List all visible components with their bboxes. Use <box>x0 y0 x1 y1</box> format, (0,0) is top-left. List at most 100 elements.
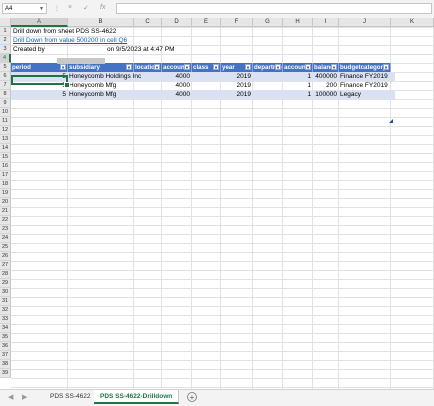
insert-function-icon[interactable]: fx <box>100 4 105 11</box>
row-header-30[interactable]: 30 <box>0 288 11 297</box>
table-row[interactable]: 5 Honeycomb Mfg 4000 2019 1 100000 Legacy <box>11 90 395 99</box>
column-header-b[interactable]: B <box>68 18 134 27</box>
filter-dropdown-icon[interactable]: ▾ <box>245 64 251 70</box>
row-header-32[interactable]: 32 <box>0 306 11 315</box>
table-cell-account[interactable]: 1 <box>284 72 311 81</box>
filter-dropdown-icon[interactable]: ▾ <box>331 64 337 70</box>
column-header-d[interactable]: D <box>162 18 192 27</box>
table-cell-period[interactable]: 5 <box>12 90 66 99</box>
row-header-27[interactable]: 27 <box>0 261 11 270</box>
row-header-14[interactable]: 14 <box>0 144 11 153</box>
worksheet-grid[interactable]: ABCDEFGHIJK 1 2 3 4 5 6 7 8 9 10 11 12 13 14 15 16 17 18 1… <box>0 18 434 389</box>
row-header-8[interactable]: 8 <box>0 90 11 99</box>
scroll-right-icon[interactable]: ▶ <box>22 393 27 401</box>
table-row[interactable]: 5 Honeycomb Holdings Inc 4000 2019 1 400000 Fi… <box>11 72 395 81</box>
table-cell-balance[interactable]: 100000 <box>314 90 337 99</box>
table-cell-balance[interactable]: 200 <box>314 81 337 90</box>
filter-dropdown-icon[interactable]: ▾ <box>213 64 219 70</box>
column-header-h[interactable]: H <box>283 18 313 27</box>
row-header-23[interactable]: 23 <box>0 225 11 234</box>
row-header-31[interactable]: 31 <box>0 297 11 306</box>
table-cell-subsidiary[interactable]: Honeycomb Mfg <box>69 90 132 99</box>
row-header-21[interactable]: 21 <box>0 207 11 216</box>
row-header-37[interactable]: 37 <box>0 351 11 360</box>
column-header-a[interactable]: A <box>11 18 68 27</box>
table-cell-year[interactable]: 2019 <box>222 72 251 81</box>
table-cell-subsidiary[interactable]: Honeycomb Holdings Inc <box>69 72 141 81</box>
table-cell-year[interactable]: 2019 <box>222 81 251 90</box>
column-header-e[interactable]: E <box>192 18 221 27</box>
filter-dropdown-icon[interactable]: ▾ <box>60 64 66 70</box>
drilldown-value-link[interactable]: Drill Down from value 500200 in cell Q6 <box>13 36 127 45</box>
filter-dropdown-icon[interactable]: ▾ <box>154 64 160 70</box>
row-header-7[interactable]: 7 <box>0 81 11 90</box>
row-header-28[interactable]: 28 <box>0 270 11 279</box>
name-box[interactable]: A4 ▼ <box>2 3 47 14</box>
table-cell-account[interactable]: 4000 <box>163 90 190 99</box>
fill-handle[interactable] <box>64 82 70 88</box>
row-header-9[interactable]: 9 <box>0 99 11 108</box>
table-cell-account[interactable]: 1 <box>284 90 311 99</box>
row-header-13[interactable]: 13 <box>0 135 11 144</box>
filter-dropdown-icon[interactable]: ▾ <box>126 64 132 70</box>
table-cell-account[interactable]: 1 <box>284 81 311 90</box>
row-header-24[interactable]: 24 <box>0 234 11 243</box>
enter-icon[interactable]: ✓ <box>83 4 89 12</box>
add-sheet-icon[interactable]: + <box>187 392 197 402</box>
row-header-6[interactable]: 6 <box>0 72 11 81</box>
row-header-39[interactable]: 39 <box>0 369 11 378</box>
select-all-corner[interactable] <box>0 18 11 27</box>
row-header-10[interactable]: 10 <box>0 108 11 117</box>
row-header-5[interactable]: 5 <box>0 63 11 72</box>
column-header-j[interactable]: J <box>339 18 391 27</box>
table-cell-budgetcategory[interactable]: Finance FY2019 <box>340 72 389 81</box>
formula-input[interactable] <box>116 3 432 14</box>
row-header-16[interactable]: 16 <box>0 162 11 171</box>
column-header-g[interactable]: G <box>253 18 283 27</box>
row-header-2[interactable]: 2 <box>0 36 11 45</box>
table-cell-account[interactable]: 4000 <box>163 72 190 81</box>
cancel-icon[interactable]: × <box>68 4 72 11</box>
table-cell-budgetcategory[interactable]: Finance FY2019 <box>340 81 389 90</box>
row-header-19[interactable]: 19 <box>0 189 11 198</box>
row-header-18[interactable]: 18 <box>0 180 11 189</box>
filter-dropdown-icon[interactable]: ▾ <box>184 64 190 70</box>
row-header-35[interactable]: 35 <box>0 333 11 342</box>
row-header-36[interactable]: 36 <box>0 342 11 351</box>
table-resize-handle[interactable] <box>389 119 393 123</box>
cell-area[interactable]: Drill down from sheet PDS SS-4622 Drill … <box>11 27 434 389</box>
row-header-26[interactable]: 26 <box>0 252 11 261</box>
row-header-17[interactable]: 17 <box>0 171 11 180</box>
tab-pds-ss-4622-drilldown[interactable]: PDS SS-4622-Drilldown <box>94 390 180 404</box>
column-header-c[interactable]: C <box>134 18 162 27</box>
column-header-i[interactable]: I <box>313 18 339 27</box>
row-header-22[interactable]: 22 <box>0 216 11 225</box>
filter-dropdown-icon[interactable]: ▾ <box>275 64 281 70</box>
row-header-1[interactable]: 1 <box>0 27 11 36</box>
active-cell-a4[interactable] <box>11 75 68 85</box>
row-header-12[interactable]: 12 <box>0 126 11 135</box>
formula-bar: A4 ▼ ⋮ × ✓ fx <box>0 0 434 19</box>
table-cell-balance[interactable]: 400000 <box>314 72 337 81</box>
row-header-11[interactable]: 11 <box>0 117 11 126</box>
row-header-4[interactable]: 4 <box>0 54 11 63</box>
row-header-33[interactable]: 33 <box>0 315 11 324</box>
row-header-20[interactable]: 20 <box>0 198 11 207</box>
filter-dropdown-icon[interactable]: ▾ <box>383 64 389 70</box>
row-header-38[interactable]: 38 <box>0 360 11 369</box>
table-cell-account[interactable]: 4000 <box>163 81 190 90</box>
row-header-15[interactable]: 15 <box>0 153 11 162</box>
filter-dropdown-icon[interactable]: ▾ <box>305 64 311 70</box>
row-header-29[interactable]: 29 <box>0 279 11 288</box>
table-cell-year[interactable]: 2019 <box>222 90 251 99</box>
table-cell-subsidiary[interactable]: Honeycomb Mfg <box>69 81 132 90</box>
row-header-25[interactable]: 25 <box>0 243 11 252</box>
column-header-k[interactable]: K <box>391 18 434 27</box>
row-header-34[interactable]: 34 <box>0 324 11 333</box>
column-header-f[interactable]: F <box>221 18 253 27</box>
chevron-down-icon[interactable]: ▼ <box>39 4 44 15</box>
table-cell-budgetcategory[interactable]: Legacy <box>340 90 389 99</box>
scroll-left-icon[interactable]: ◀ <box>8 393 13 401</box>
tab-pds-ss-4622[interactable]: PDS SS-4622 <box>44 390 98 404</box>
row-header-3[interactable]: 3 <box>0 45 11 54</box>
